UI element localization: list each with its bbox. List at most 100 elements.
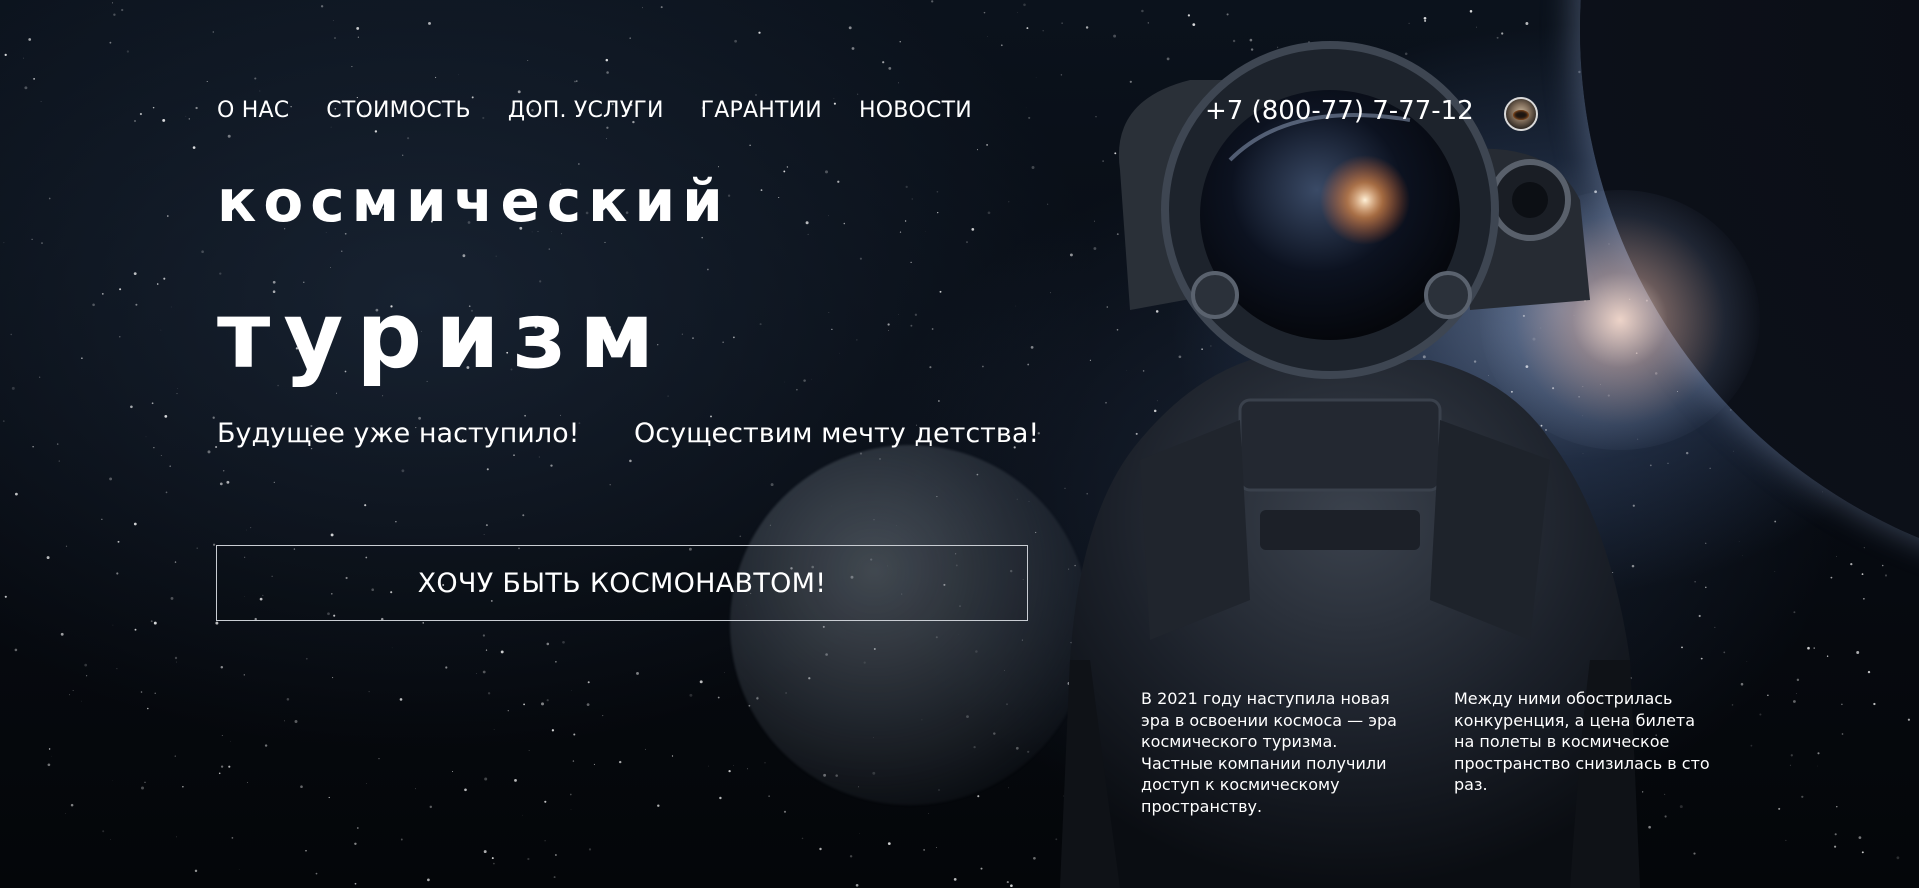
- star: [523, 703, 525, 706]
- star: [56, 443, 59, 445]
- star: [382, 395, 384, 397]
- star: [517, 90, 521, 94]
- star: [212, 416, 215, 419]
- star: [320, 5, 324, 8]
- phone-link[interactable]: +7 (800-77) 7-77-12: [1205, 96, 1474, 126]
- star: [837, 180, 840, 183]
- star: [887, 323, 890, 326]
- star: [1085, 26, 1089, 29]
- nav-item-pricing[interactable]: СТОИМОСТЬ: [326, 98, 471, 123]
- star: [605, 58, 609, 62]
- star: [856, 339, 858, 341]
- star: [84, 663, 88, 667]
- star: [667, 395, 669, 397]
- star: [201, 250, 204, 253]
- star: [796, 388, 798, 391]
- star: [48, 197, 51, 200]
- star: [749, 144, 751, 147]
- star: [368, 691, 370, 693]
- star: [152, 106, 155, 109]
- astronaut-helmet-icon[interactable]: [1504, 97, 1538, 131]
- star: [464, 788, 467, 792]
- star: [176, 661, 177, 663]
- star: [758, 31, 761, 34]
- star: [428, 21, 431, 25]
- star: [701, 236, 703, 239]
- star: [1042, 30, 1044, 32]
- star: [81, 700, 82, 702]
- star: [220, 765, 224, 768]
- star: [931, 0, 934, 3]
- star: [144, 781, 146, 783]
- star: [1113, 34, 1117, 38]
- star: [819, 847, 822, 851]
- star: [928, 813, 930, 814]
- star: [113, 13, 116, 16]
- star: [929, 366, 932, 369]
- star: [982, 365, 984, 368]
- become-astronaut-button[interactable]: ХОЧУ БЫТЬ КОСМОНАВТОМ!: [216, 545, 1028, 621]
- star: [165, 491, 168, 494]
- star: [500, 650, 504, 654]
- star: [1881, 564, 1884, 567]
- star: [986, 143, 989, 146]
- star: [395, 521, 397, 523]
- star: [101, 293, 104, 295]
- star: [811, 378, 812, 380]
- star: [1694, 581, 1696, 583]
- star: [493, 862, 495, 865]
- star: [524, 414, 526, 417]
- star: [734, 39, 737, 43]
- star: [681, 333, 683, 335]
- star: [1793, 700, 1796, 703]
- star: [786, 166, 789, 168]
- nav-item-extra-services[interactable]: ДОП. УСЛУГИ: [508, 98, 664, 123]
- star: [728, 769, 731, 773]
- star: [221, 735, 223, 736]
- star: [195, 106, 198, 110]
- star: [243, 674, 245, 676]
- star: [220, 666, 224, 669]
- star: [699, 680, 703, 684]
- star: [1759, 713, 1762, 716]
- star: [354, 882, 357, 885]
- star: [427, 878, 430, 882]
- star: [483, 850, 487, 854]
- star: [1693, 852, 1696, 855]
- star: [904, 220, 907, 222]
- star: [112, 2, 113, 4]
- page-title-line-2: туризм: [217, 282, 668, 389]
- star: [971, 228, 975, 231]
- star: [1026, 27, 1029, 30]
- page-title-line-1: космический: [217, 167, 730, 235]
- star: [28, 38, 32, 41]
- star: [305, 657, 308, 660]
- nav-item-guarantees[interactable]: ГАРАНТИИ: [701, 98, 822, 123]
- nav-item-about[interactable]: О НАС: [217, 98, 289, 123]
- star: [910, 261, 912, 263]
- star: [305, 850, 307, 852]
- star: [60, 632, 64, 636]
- star: [1830, 576, 1833, 579]
- star: [1705, 542, 1707, 544]
- star: [351, 66, 353, 68]
- star: [1785, 839, 1787, 841]
- star: [825, 170, 828, 174]
- star: [629, 37, 631, 39]
- star: [555, 661, 557, 663]
- star: [119, 288, 122, 291]
- star: [937, 211, 939, 214]
- star: [435, 76, 437, 79]
- star: [783, 170, 786, 173]
- star: [1796, 678, 1800, 682]
- star: [378, 757, 380, 760]
- star: [354, 842, 357, 846]
- star: [207, 450, 211, 454]
- star: [538, 456, 541, 458]
- star: [22, 57, 24, 59]
- star: [188, 118, 190, 120]
- star: [1790, 754, 1793, 757]
- star: [330, 126, 332, 128]
- nav-item-news[interactable]: НОВОСТИ: [859, 98, 972, 123]
- star: [2, 420, 5, 422]
